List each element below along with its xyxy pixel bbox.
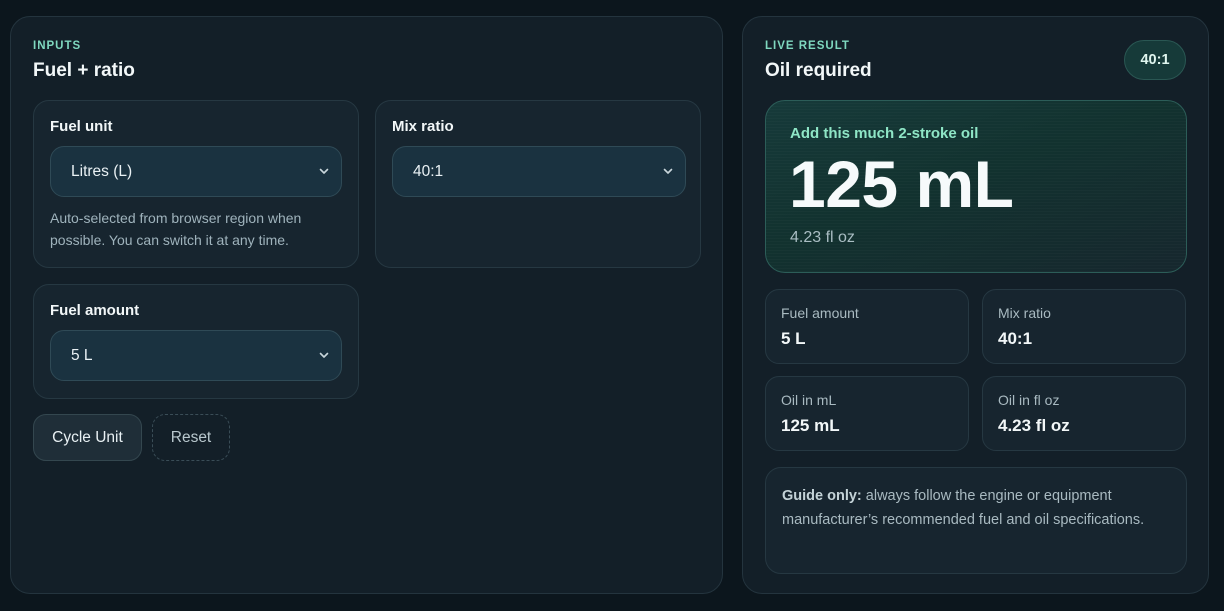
fuel-amount-value: 5 L	[71, 347, 93, 364]
mix-ratio-value: 40:1	[413, 163, 444, 180]
mix-ratio-select[interactable]: 40:1	[392, 146, 686, 197]
ratio-badge: 40:1	[1124, 40, 1186, 80]
stat-value: 125 mL	[781, 416, 840, 435]
fuel-amount-card: Fuel amount 5 L	[33, 284, 359, 399]
oil-result-label: Add this much 2-stroke oil	[790, 125, 979, 142]
fuel-unit-select[interactable]: Litres (L)	[50, 146, 342, 197]
stat-label: Oil in fl oz	[998, 392, 1060, 408]
stat-mix-ratio: Mix ratio 40:1	[982, 289, 1186, 364]
stat-value: 5 L	[781, 329, 806, 348]
result-eyebrow: LIVE RESULT	[765, 40, 850, 52]
fuel-amount-select[interactable]: 5 L	[50, 330, 342, 381]
oil-result-value: 125 mL	[789, 147, 1014, 221]
guide-note: Guide only: always follow the engine or …	[765, 467, 1187, 574]
fuel-unit-label: Fuel unit	[50, 118, 113, 135]
stat-label: Mix ratio	[998, 305, 1051, 321]
oil-result-secondary: 4.23 fl oz	[790, 229, 855, 246]
result-title: Oil required	[765, 60, 872, 81]
result-panel: LIVE RESULT Oil required 40:1 Add this m…	[742, 16, 1209, 594]
chevron-down-icon	[663, 168, 673, 174]
oil-result-card: Add this much 2-stroke oil 125 mL 4.23 f…	[765, 100, 1187, 273]
stat-label: Fuel amount	[781, 305, 859, 321]
inputs-eyebrow: INPUTS	[33, 40, 82, 52]
stat-label: Oil in mL	[781, 392, 837, 408]
fuel-unit-card: Fuel unit Litres (L) Auto-selected from …	[33, 100, 359, 268]
chevron-down-icon	[319, 168, 329, 174]
guide-note-strong: Guide only:	[782, 488, 862, 504]
mix-ratio-card: Mix ratio 40:1	[375, 100, 701, 268]
chevron-down-icon	[319, 352, 329, 358]
stat-fuel-amount: Fuel amount 5 L	[765, 289, 969, 364]
fuel-unit-hint: Auto-selected from browser region when p…	[50, 210, 302, 248]
reset-button[interactable]: Reset	[152, 414, 230, 461]
fuel-unit-value: Litres (L)	[71, 163, 133, 180]
inputs-title: Fuel + ratio	[33, 60, 135, 81]
stat-value: 40:1	[998, 329, 1033, 348]
stat-oil-ml: Oil in mL 125 mL	[765, 376, 969, 451]
stat-value: 4.23 fl oz	[998, 416, 1070, 435]
mix-ratio-label: Mix ratio	[392, 118, 454, 135]
stat-oil-fl-oz: Oil in fl oz 4.23 fl oz	[982, 376, 1186, 451]
fuel-amount-label: Fuel amount	[50, 302, 140, 319]
inputs-panel: INPUTS Fuel + ratio Fuel unit Litres (L)…	[10, 16, 723, 594]
cycle-unit-button[interactable]: Cycle Unit	[33, 414, 142, 461]
